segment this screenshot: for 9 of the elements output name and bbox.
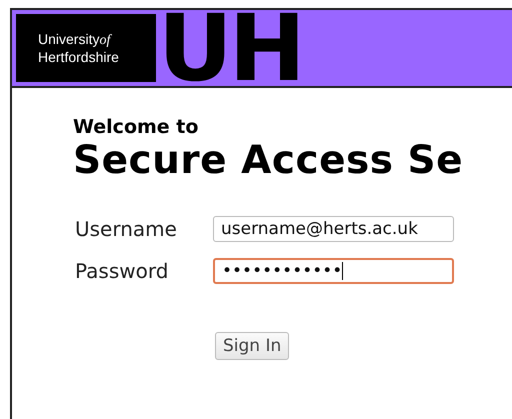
field-label: Username [74,217,178,241]
logo-mark: UH [158,14,302,82]
input-field[interactable]: •••••••••••• [213,258,454,284]
page-title: Secure Access Se [73,138,464,184]
sign-in-button[interactable]: Sign In [215,332,290,360]
university-logo: Universityof Hertfordshire [16,14,156,82]
field-label: Password [74,259,170,283]
input-field[interactable]: username@herts.ac.uk [213,216,454,242]
welcome-text: Welcome to [73,116,200,138]
